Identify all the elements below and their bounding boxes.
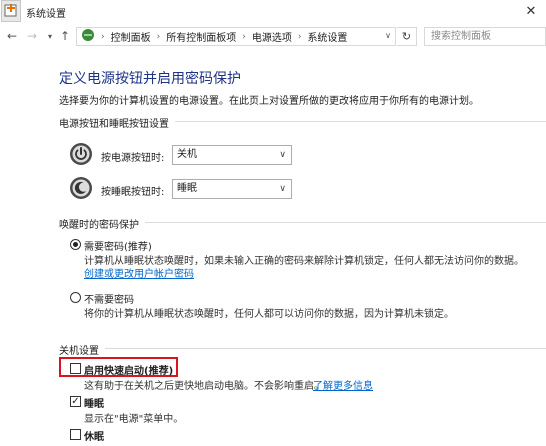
section-title-buttons: 电源按钮和睡眠按钮设置 bbox=[59, 115, 175, 130]
sleep-option-description: 显示在"电源"菜单中。 bbox=[84, 414, 184, 425]
back-button[interactable]: ← bbox=[4, 28, 20, 44]
refresh-button[interactable]: ↻ bbox=[397, 27, 417, 46]
fast-startup-label[interactable]: 启用快速启动(推荐) bbox=[84, 362, 173, 377]
search-input[interactable]: 搜索控制面板 bbox=[424, 27, 546, 46]
recent-locations-button[interactable]: ▾ bbox=[42, 28, 58, 44]
sleep-checkbox[interactable]: ✓ bbox=[70, 396, 81, 407]
power-button-label: 按电源按钮时: bbox=[101, 153, 165, 164]
sleep-button-icon bbox=[69, 176, 93, 200]
no-password-label[interactable]: 不需要密码 bbox=[84, 291, 134, 306]
sleep-button-action-select[interactable]: 睡眠 ∨ bbox=[172, 179, 292, 199]
hibernate-option-label[interactable]: 休眠 bbox=[84, 428, 104, 443]
chevron-down-icon: ▾ bbox=[47, 31, 52, 41]
learn-more-link[interactable]: 了解更多信息 bbox=[313, 377, 373, 392]
section-title-shutdown: 关机设置 bbox=[59, 342, 105, 357]
window-title: 系统设置 bbox=[26, 9, 66, 20]
navigation-bar: ← → ▾ ↑ › 控制面板 › 所有控制面板项 › 电源选项 › 系统设置 ∨… bbox=[0, 26, 546, 48]
no-password-radio[interactable] bbox=[70, 292, 81, 303]
fast-startup-checkbox[interactable] bbox=[70, 363, 81, 374]
close-button[interactable]: ✕ bbox=[520, 2, 542, 20]
checkmark-icon: ✓ bbox=[71, 396, 80, 407]
power-button-icon bbox=[69, 142, 93, 166]
create-change-password-link[interactable]: 创建或更改用户帐户密码 bbox=[84, 265, 194, 280]
breadcrumb-separator: › bbox=[297, 31, 302, 42]
breadcrumb-item-system-settings[interactable]: 系统设置 bbox=[307, 29, 347, 44]
back-arrow-icon: ← bbox=[6, 29, 18, 43]
require-password-label[interactable]: 需要密码(推荐) bbox=[84, 238, 152, 253]
sleep-button-action-value: 睡眠 bbox=[177, 183, 197, 194]
sleep-button-label: 按睡眠按钮时: bbox=[101, 187, 165, 198]
refresh-icon: ↻ bbox=[401, 30, 412, 43]
forward-button[interactable]: → bbox=[24, 28, 40, 44]
address-bar[interactable]: › 控制面板 › 所有控制面板项 › 电源选项 › 系统设置 ∨ bbox=[76, 27, 396, 46]
breadcrumb-separator: › bbox=[242, 31, 246, 42]
hibernate-checkbox[interactable] bbox=[70, 429, 81, 440]
up-button[interactable]: ↑ bbox=[57, 28, 73, 44]
no-password-description: 将你的计算机从睡眠状态唤醒时，任何人都可以访问你的数据，因为计算机未锁定。 bbox=[84, 309, 454, 320]
chevron-down-icon: ∨ bbox=[279, 150, 286, 160]
up-arrow-icon: ↑ bbox=[59, 29, 71, 43]
control-panel-icon bbox=[81, 28, 95, 45]
power-button-action-value: 关机 bbox=[177, 149, 197, 160]
page-description: 选择要为你的计算机设置的电源设置。在此页上对设置所做的更改将应用于你所有的电源计… bbox=[59, 96, 479, 107]
section-title-password: 唤醒时的密码保护 bbox=[59, 216, 145, 231]
breadcrumb-separator: › bbox=[101, 31, 105, 42]
chevron-down-icon: ∨ bbox=[279, 184, 286, 194]
control-panel-icon bbox=[1, 0, 21, 22]
title-bar: 系统设置 ✕ bbox=[0, 0, 546, 24]
section-divider bbox=[59, 348, 546, 349]
breadcrumb-item-all-items[interactable]: 所有控制面板项 bbox=[166, 29, 236, 44]
chevron-down-icon[interactable]: ∨ bbox=[385, 31, 391, 40]
fast-startup-description: 这有助于在关机之后更快地启动电脑。不会影响重启。 bbox=[84, 381, 324, 392]
forward-arrow-icon: → bbox=[26, 29, 38, 43]
breadcrumb-item-control-panel[interactable]: 控制面板 bbox=[111, 29, 151, 44]
close-icon: ✕ bbox=[525, 3, 537, 19]
require-password-radio[interactable] bbox=[70, 239, 81, 250]
page-title: 定义电源按钮并启用密码保护 bbox=[59, 71, 241, 87]
power-button-action-select[interactable]: 关机 ∨ bbox=[172, 145, 292, 165]
sleep-option-label[interactable]: 睡眠 bbox=[84, 395, 104, 410]
breadcrumb-separator: › bbox=[156, 31, 161, 42]
breadcrumb-item-power-options[interactable]: 电源选项 bbox=[252, 29, 292, 44]
